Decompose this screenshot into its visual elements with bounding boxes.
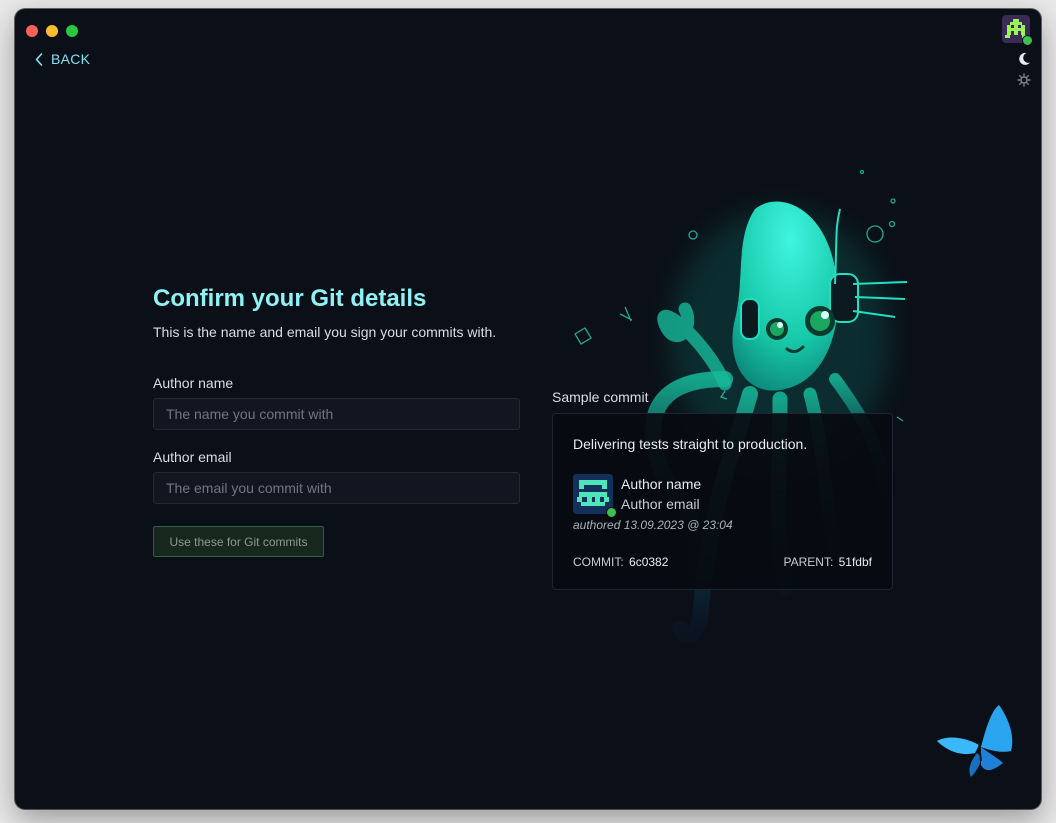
author-name-input[interactable]	[153, 398, 520, 430]
back-label: BACK	[51, 51, 91, 67]
commit-author-name: Author name	[621, 476, 702, 492]
authored-prefix: authored	[573, 518, 621, 532]
chevron-left-icon	[35, 52, 43, 66]
parent-label: PARENT:	[783, 555, 834, 569]
sample-commit-label: Sample commit	[552, 389, 649, 405]
commit-message: Delivering tests straight to production.	[573, 436, 808, 452]
online-status-dot	[606, 507, 617, 518]
commit-author-email: Author email	[621, 496, 700, 512]
parent-info: PARENT: 51fdbf	[783, 555, 872, 569]
author-email-input[interactable]	[153, 472, 520, 504]
window-close-button[interactable]	[26, 25, 38, 37]
gear-icon[interactable]	[1017, 73, 1031, 87]
commit-hash: 6c0382	[629, 555, 669, 569]
online-status-dot	[1022, 35, 1033, 46]
authored-date: 13.09.2023 @ 23:04	[623, 518, 733, 532]
window-minimize-button[interactable]	[46, 25, 58, 37]
page-subtitle: This is the name and email you sign your…	[153, 324, 497, 340]
window-maximize-button[interactable]	[66, 25, 78, 37]
sample-commit-card: Delivering tests straight to production.…	[552, 413, 893, 590]
commit-author-avatar	[573, 474, 617, 518]
back-button[interactable]: BACK	[35, 50, 90, 68]
use-for-git-commits-button[interactable]: Use these for Git commits	[153, 526, 324, 557]
commit-label: COMMIT:	[573, 555, 624, 569]
commit-info: COMMIT: 6c0382	[573, 555, 668, 569]
moon-icon[interactable]	[1016, 51, 1032, 67]
authored-line: authored 13.09.2023 @ 23:04	[573, 518, 733, 532]
parent-hash: 51fdbf	[838, 555, 872, 569]
author-name-label: Author name	[153, 375, 234, 391]
user-avatar[interactable]	[1002, 15, 1033, 46]
app-window: BACK Confirm your Git details This is th…	[15, 9, 1041, 809]
page-title: Confirm your Git details	[153, 285, 427, 312]
author-email-label: Author email	[153, 449, 232, 465]
butterfly-decoration	[937, 705, 1013, 777]
